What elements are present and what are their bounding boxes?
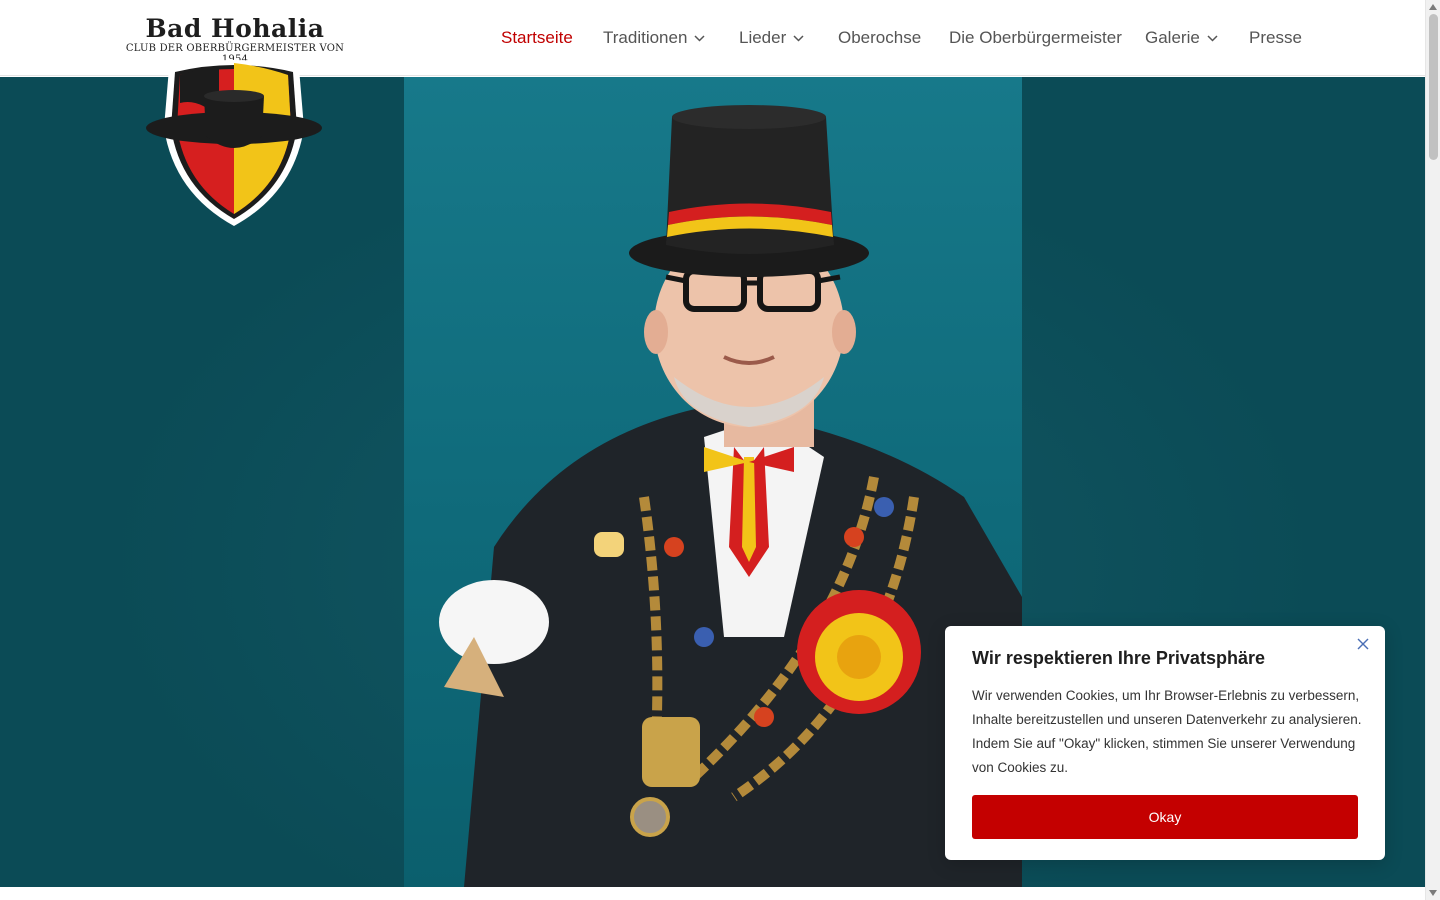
- mayor-portrait-illustration: [439, 105, 1022, 887]
- nav-item-label: Startseite: [501, 28, 573, 47]
- page-scrollbar[interactable]: [1425, 0, 1440, 900]
- nav-item-label: Oberochse: [838, 28, 922, 47]
- nav-item-presse[interactable]: Presse: [1249, 27, 1302, 49]
- nav-item-label: Presse: [1249, 28, 1302, 47]
- chevron-down-icon: [793, 34, 804, 42]
- page: Bad Hohalia CLUB DER OBERBÜRGERMEISTER V…: [0, 0, 1440, 900]
- nav-item-oberochse[interactable]: Oberochse: [838, 27, 921, 49]
- cookie-consent-dialog: Wir respektieren Ihre Privatsphäre Wir v…: [945, 626, 1385, 860]
- hero-photo: [404, 77, 1022, 887]
- close-icon[interactable]: [1355, 636, 1371, 652]
- nav-item-label: Lieder: [739, 28, 787, 47]
- nav-item-label: Traditionen: [603, 28, 688, 47]
- scroll-up-arrow-icon[interactable]: [1429, 4, 1437, 10]
- nav-item-label: Die Oberbürgermeister: [949, 28, 1122, 47]
- nav-item-lieder[interactable]: Lieder: [739, 27, 804, 49]
- club-shield-logo[interactable]: [144, 58, 324, 230]
- nav-item-traditionen[interactable]: Traditionen: [603, 27, 705, 49]
- nav-item-startseite[interactable]: Startseite: [501, 27, 573, 49]
- chevron-down-icon: [1207, 34, 1218, 42]
- cookie-dialog-title: Wir respektieren Ihre Privatsphäre: [972, 648, 1265, 668]
- nav-item-label: Galerie: [1145, 28, 1200, 47]
- scroll-thumb[interactable]: [1429, 14, 1438, 160]
- chevron-down-icon: [694, 34, 705, 42]
- cookie-okay-button[interactable]: Okay: [972, 795, 1358, 839]
- nav-item-oberbuergermeister[interactable]: Die Oberbürgermeister: [949, 27, 1122, 49]
- nav-item-galerie[interactable]: Galerie: [1145, 27, 1218, 49]
- cookie-dialog-text: Wir verwenden Cookies, um Ihr Browser-Er…: [972, 688, 1362, 775]
- scroll-down-arrow-icon[interactable]: [1429, 890, 1437, 896]
